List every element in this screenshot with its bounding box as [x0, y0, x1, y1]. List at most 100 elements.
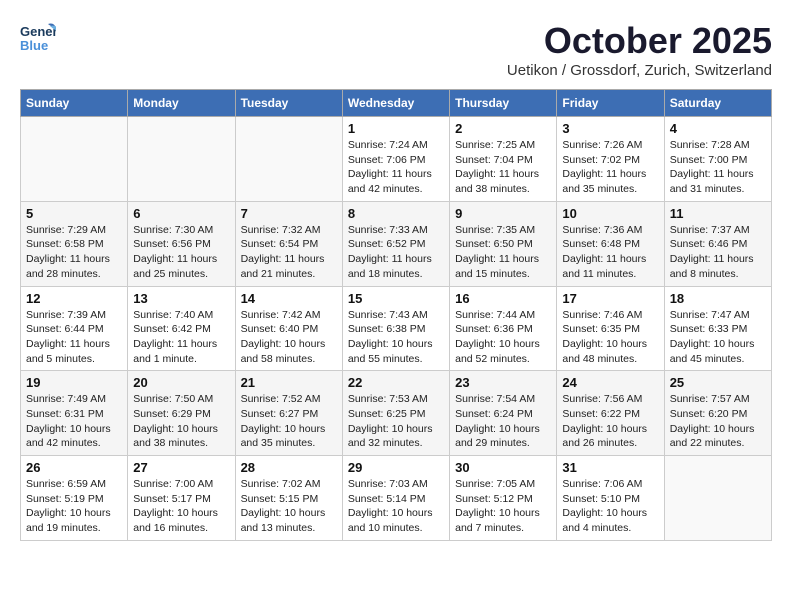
day-number: 28	[241, 460, 337, 475]
day-info: Sunrise: 7:24 AM Sunset: 7:06 PM Dayligh…	[348, 138, 444, 197]
weekday-header-saturday: Saturday	[664, 90, 771, 117]
day-info: Sunrise: 7:53 AM Sunset: 6:25 PM Dayligh…	[348, 392, 444, 451]
day-number: 10	[562, 206, 658, 221]
day-number: 1	[348, 121, 444, 136]
calendar-week-1: 1 Sunrise: 7:24 AM Sunset: 7:06 PM Daylig…	[21, 117, 772, 202]
day-info: Sunrise: 7:37 AM Sunset: 6:46 PM Dayligh…	[670, 223, 766, 282]
weekday-header-thursday: Thursday	[450, 90, 557, 117]
day-info: Sunrise: 7:50 AM Sunset: 6:29 PM Dayligh…	[133, 392, 229, 451]
day-number: 15	[348, 291, 444, 306]
day-info: Sunrise: 7:46 AM Sunset: 6:35 PM Dayligh…	[562, 308, 658, 367]
calendar-cell: 18 Sunrise: 7:47 AM Sunset: 6:33 PM Dayli…	[664, 286, 771, 371]
calendar-cell: 4Sunrise: 7:28 AM Sunset: 7:00 PM Daylig…	[664, 117, 771, 202]
calendar-cell: 23Sunrise: 7:54 AM Sunset: 6:24 PM Dayli…	[450, 371, 557, 456]
day-number: 16	[455, 291, 551, 306]
day-info: Sunrise: 7:54 AM Sunset: 6:24 PM Dayligh…	[455, 392, 551, 451]
calendar-week-4: 19Sunrise: 7:49 AM Sunset: 6:31 PM Dayli…	[21, 371, 772, 456]
calendar-cell: 10 Sunrise: 7:36 AM Sunset: 6:48 PM Dayli…	[557, 201, 664, 286]
calendar-cell	[128, 117, 235, 202]
day-number: 20	[133, 375, 229, 390]
day-number: 8	[348, 206, 444, 221]
calendar-header: SundayMondayTuesdayWednesdayThursdayFrid…	[21, 90, 772, 117]
day-number: 27	[133, 460, 229, 475]
logo: General Blue	[20, 20, 56, 56]
day-info: Sunrise: 7:40 AM Sunset: 6:42 PM Dayligh…	[133, 308, 229, 367]
calendar-cell: 6Sunrise: 7:30 AM Sunset: 6:56 PM Daylig…	[128, 201, 235, 286]
day-info: Sunrise: 7:52 AM Sunset: 6:27 PM Dayligh…	[241, 392, 337, 451]
day-info: Sunrise: 7:28 AM Sunset: 7:00 PM Dayligh…	[670, 138, 766, 197]
day-number: 19	[26, 375, 122, 390]
location-title: Uetikon / Grossdorf, Zurich, Switzerland	[507, 62, 772, 79]
day-number: 12	[26, 291, 122, 306]
weekday-header-monday: Monday	[128, 90, 235, 117]
day-info: Sunrise: 7:02 AM Sunset: 5:15 PM Dayligh…	[241, 477, 337, 536]
day-number: 17	[562, 291, 658, 306]
weekday-header-friday: Friday	[557, 90, 664, 117]
day-number: 7	[241, 206, 337, 221]
day-info: Sunrise: 7:05 AM Sunset: 5:12 PM Dayligh…	[455, 477, 551, 536]
day-number: 11	[670, 206, 766, 221]
calendar-cell: 16 Sunrise: 7:44 AM Sunset: 6:36 PM Dayli…	[450, 286, 557, 371]
calendar-cell: 11 Sunrise: 7:37 AM Sunset: 6:46 PM Dayli…	[664, 201, 771, 286]
day-number: 3	[562, 121, 658, 136]
page-header: General Blue October 2025 Uetikon / Gros…	[20, 20, 772, 79]
day-number: 22	[348, 375, 444, 390]
day-number: 5	[26, 206, 122, 221]
day-info: Sunrise: 7:43 AM Sunset: 6:38 PM Dayligh…	[348, 308, 444, 367]
calendar-cell: 8 Sunrise: 7:33 AM Sunset: 6:52 PM Daylig…	[342, 201, 449, 286]
day-number: 26	[26, 460, 122, 475]
day-info: Sunrise: 7:44 AM Sunset: 6:36 PM Dayligh…	[455, 308, 551, 367]
calendar-table: SundayMondayTuesdayWednesdayThursdayFrid…	[20, 89, 772, 541]
day-number: 30	[455, 460, 551, 475]
day-info: Sunrise: 7:47 AM Sunset: 6:33 PM Dayligh…	[670, 308, 766, 367]
day-number: 24	[562, 375, 658, 390]
day-info: Sunrise: 7:36 AM Sunset: 6:48 PM Dayligh…	[562, 223, 658, 282]
calendar-cell: 22 Sunrise: 7:53 AM Sunset: 6:25 PM Dayli…	[342, 371, 449, 456]
day-info: Sunrise: 7:35 AM Sunset: 6:50 PM Dayligh…	[455, 223, 551, 282]
day-number: 13	[133, 291, 229, 306]
calendar-cell: 12 Sunrise: 7:39 AM Sunset: 6:44 PM Dayli…	[21, 286, 128, 371]
day-number: 18	[670, 291, 766, 306]
calendar-cell: 28 Sunrise: 7:02 AM Sunset: 5:15 PM Dayli…	[235, 456, 342, 541]
calendar-cell: 20 Sunrise: 7:50 AM Sunset: 6:29 PM Dayli…	[128, 371, 235, 456]
day-info: Sunrise: 7:00 AM Sunset: 5:17 PM Dayligh…	[133, 477, 229, 536]
calendar-cell: 30 Sunrise: 7:05 AM Sunset: 5:12 PM Dayli…	[450, 456, 557, 541]
svg-text:Blue: Blue	[20, 38, 48, 53]
calendar-cell: 7 Sunrise: 7:32 AM Sunset: 6:54 PM Daylig…	[235, 201, 342, 286]
day-number: 2	[455, 121, 551, 136]
calendar-week-2: 5Sunrise: 7:29 AM Sunset: 6:58 PM Daylig…	[21, 201, 772, 286]
day-number: 21	[241, 375, 337, 390]
calendar-cell: 13 Sunrise: 7:40 AM Sunset: 6:42 PM Dayli…	[128, 286, 235, 371]
day-number: 25	[670, 375, 766, 390]
day-number: 6	[133, 206, 229, 221]
calendar-cell: 19Sunrise: 7:49 AM Sunset: 6:31 PM Dayli…	[21, 371, 128, 456]
calendar-cell: 26Sunrise: 6:59 AM Sunset: 5:19 PM Dayli…	[21, 456, 128, 541]
logo-icon: General Blue	[20, 20, 56, 56]
calendar-cell: 24 Sunrise: 7:56 AM Sunset: 6:22 PM Dayli…	[557, 371, 664, 456]
day-info: Sunrise: 7:26 AM Sunset: 7:02 PM Dayligh…	[562, 138, 658, 197]
weekday-header-tuesday: Tuesday	[235, 90, 342, 117]
day-info: Sunrise: 7:32 AM Sunset: 6:54 PM Dayligh…	[241, 223, 337, 282]
weekday-header-sunday: Sunday	[21, 90, 128, 117]
calendar-body: 1 Sunrise: 7:24 AM Sunset: 7:06 PM Daylig…	[21, 117, 772, 541]
day-number: 29	[348, 460, 444, 475]
calendar-cell	[21, 117, 128, 202]
calendar-week-5: 26Sunrise: 6:59 AM Sunset: 5:19 PM Dayli…	[21, 456, 772, 541]
calendar-cell: 14Sunrise: 7:42 AM Sunset: 6:40 PM Dayli…	[235, 286, 342, 371]
day-info: Sunrise: 7:03 AM Sunset: 5:14 PM Dayligh…	[348, 477, 444, 536]
calendar-cell	[664, 456, 771, 541]
day-info: Sunrise: 7:25 AM Sunset: 7:04 PM Dayligh…	[455, 138, 551, 197]
calendar-cell: 2 Sunrise: 7:25 AM Sunset: 7:04 PM Daylig…	[450, 117, 557, 202]
calendar-cell: 31Sunrise: 7:06 AM Sunset: 5:10 PM Dayli…	[557, 456, 664, 541]
weekday-row: SundayMondayTuesdayWednesdayThursdayFrid…	[21, 90, 772, 117]
day-info: Sunrise: 7:39 AM Sunset: 6:44 PM Dayligh…	[26, 308, 122, 367]
calendar-cell: 15 Sunrise: 7:43 AM Sunset: 6:38 PM Dayli…	[342, 286, 449, 371]
day-info: Sunrise: 7:42 AM Sunset: 6:40 PM Dayligh…	[241, 308, 337, 367]
calendar-cell: 25Sunrise: 7:57 AM Sunset: 6:20 PM Dayli…	[664, 371, 771, 456]
calendar-cell: 5Sunrise: 7:29 AM Sunset: 6:58 PM Daylig…	[21, 201, 128, 286]
day-number: 31	[562, 460, 658, 475]
title-block: October 2025 Uetikon / Grossdorf, Zurich…	[507, 20, 772, 79]
day-info: Sunrise: 7:33 AM Sunset: 6:52 PM Dayligh…	[348, 223, 444, 282]
calendar-cell	[235, 117, 342, 202]
day-info: Sunrise: 7:56 AM Sunset: 6:22 PM Dayligh…	[562, 392, 658, 451]
